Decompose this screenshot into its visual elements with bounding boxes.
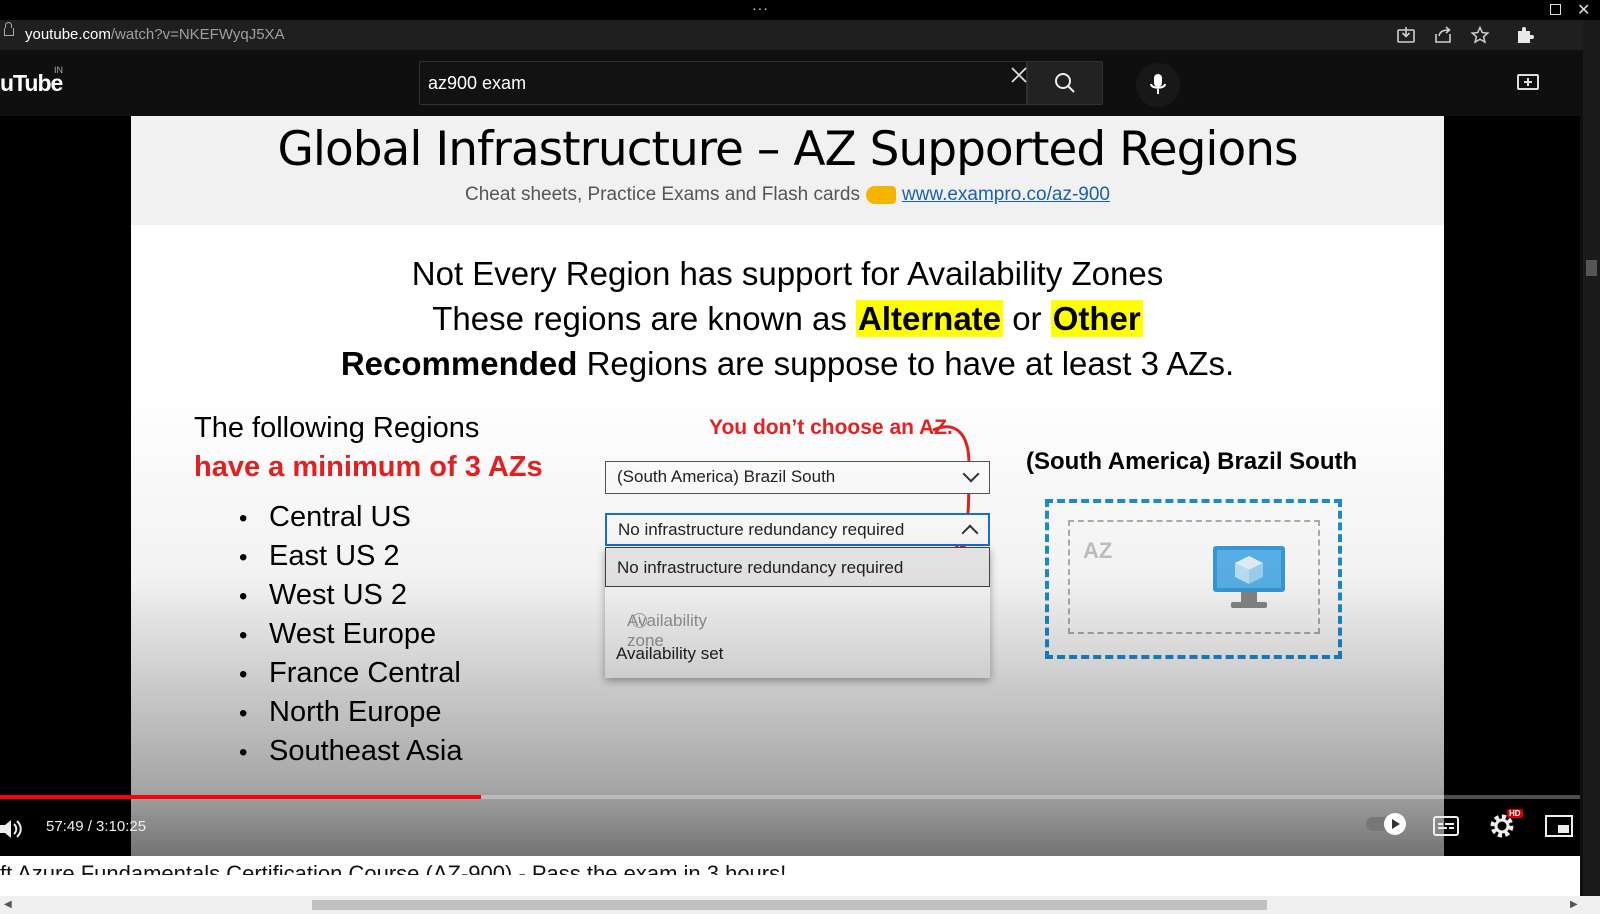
search-button[interactable] (1027, 61, 1103, 105)
country-code: IN (54, 65, 63, 75)
volume-icon[interactable] (0, 818, 24, 840)
slide-line-2: These regions are known as Alternate or … (131, 300, 1444, 338)
search-query-text: az900 exam (428, 73, 527, 93)
url-text[interactable]: youtube.com/watch?v=NKEFWyqJ5XA (25, 26, 285, 43)
list-item: West Europe (239, 615, 462, 654)
horizontal-scrollbar[interactable]: ◀ ▶ (0, 896, 1600, 914)
slide-line-3: Recommended Regions are suppose to have … (131, 345, 1444, 383)
youtube-header: uTube IN az900 exam (0, 50, 1600, 116)
subtitles-button[interactable] (1433, 816, 1459, 836)
list-item: Southeast Asia (239, 732, 462, 771)
address-bar[interactable]: youtube.com/watch?v=NKEFWyqJ5XA (0, 20, 1600, 50)
browser-title-bar: ··· ✕ (0, 0, 1600, 20)
highlight-other: Other (1050, 300, 1143, 337)
lock-icon[interactable] (4, 22, 14, 36)
line2-prefix: These regions are known as (432, 300, 856, 337)
bookmark-star-icon[interactable] (1470, 25, 1490, 44)
list-item: France Central (239, 654, 462, 693)
restore-window-icon[interactable] (1550, 4, 1561, 15)
list-item: West US 2 (239, 576, 462, 615)
region-select: (South America) Brazil South (605, 461, 990, 494)
option-availability-set: Availability set (605, 634, 990, 674)
progress-played (0, 795, 481, 799)
install-app-icon[interactable] (1396, 26, 1416, 44)
below-video-area: ft Azure Fundamentals Certification Cour… (0, 856, 1580, 896)
autoplay-toggle[interactable] (1366, 813, 1406, 835)
slide-subtitle: Cheat sheets, Practice Exams and Flash c… (131, 184, 1444, 206)
url-host: youtube.com (25, 26, 111, 43)
youtube-logo[interactable]: uTube (0, 70, 63, 97)
video-slide: Global Infrastructure – AZ Supported Reg… (131, 116, 1444, 856)
virtual-machine-icon (1213, 546, 1285, 608)
search-icon (1055, 73, 1075, 93)
list-item: North Europe (239, 693, 462, 732)
brazil-south-title: (South America) Brazil South (1026, 448, 1358, 475)
create-video-icon[interactable] (1517, 74, 1539, 90)
option-label: Availability set (616, 644, 724, 663)
close-window-icon[interactable]: ✕ (1577, 0, 1590, 20)
scroll-left-icon[interactable]: ◀ (4, 899, 12, 910)
extensions-puzzle-icon[interactable] (1515, 26, 1535, 44)
slide-line-1: Not Every Region has support for Availab… (411, 255, 1164, 292)
microphone-icon (1150, 74, 1166, 94)
scroll-right-icon[interactable]: ▶ (1570, 899, 1578, 910)
redundancy-dropdown: No infrastructure redundancy required Av… (605, 547, 990, 678)
play-icon (1392, 819, 1400, 829)
search-input[interactable]: az900 exam (419, 61, 1027, 105)
az-label: AZ (1083, 538, 1113, 563)
list-item: East US 2 (239, 537, 462, 576)
highlight-alternate: Alternate (855, 300, 1004, 337)
line2-mid: or (1003, 300, 1051, 337)
info-icon: i (632, 613, 647, 628)
autoplay-knob (1384, 813, 1406, 835)
chevron-up-icon (961, 524, 979, 542)
subtitles-icon (1438, 823, 1454, 829)
option-availability-zone: Availability zone i (627, 611, 708, 650)
url-path: /watch?v=NKEFWyqJ5XA (110, 26, 285, 43)
time-display: 57:49 / 3:10:25 (46, 818, 147, 835)
horizontal-scroll-thumb[interactable] (312, 900, 1267, 910)
share-icon[interactable] (1433, 26, 1453, 44)
voice-search-button[interactable] (1136, 63, 1180, 107)
region-select-value: (South America) Brazil South (617, 467, 836, 486)
subtitle-text: Cheat sheets, Practice Exams and Flash c… (464, 184, 860, 205)
regions-heading: The following Regions (194, 412, 480, 444)
regions-heading-red: have a minimum of 3 AZs (194, 451, 543, 483)
vertical-scrollbar[interactable] (1583, 20, 1600, 896)
pointing-hand-icon (865, 185, 896, 204)
list-item: Central US (239, 498, 462, 537)
region-list: Central US East US 2 West US 2 West Euro… (239, 498, 462, 771)
chevron-down-icon (962, 465, 980, 483)
hd-badge: HD (1507, 809, 1523, 818)
redundancy-select-value: No infrastructure redundancy required (618, 520, 905, 539)
vertical-scroll-thumb[interactable] (1586, 260, 1597, 276)
az-callout: You don’t choose an AZ. (709, 416, 953, 439)
miniplayer-button[interactable] (1545, 815, 1573, 837)
browser-menu-dots[interactable]: ··· (752, 0, 769, 16)
slide-title: Global Infrastructure – AZ Supported Reg… (277, 122, 1298, 177)
video-title-partial: ft Azure Fundamentals Certification Cour… (0, 861, 787, 875)
redundancy-select: No infrastructure redundancy required (605, 513, 990, 546)
line3-rest: Regions are suppose to have at least 3 A… (577, 345, 1235, 382)
option-label: No infrastructure redundancy required (617, 558, 904, 577)
exampro-link[interactable]: www.exampro.co/az-900 (902, 184, 1110, 205)
option-no-redundancy: No infrastructure redundancy required (605, 547, 990, 587)
recommended-bold: Recommended (340, 345, 578, 382)
